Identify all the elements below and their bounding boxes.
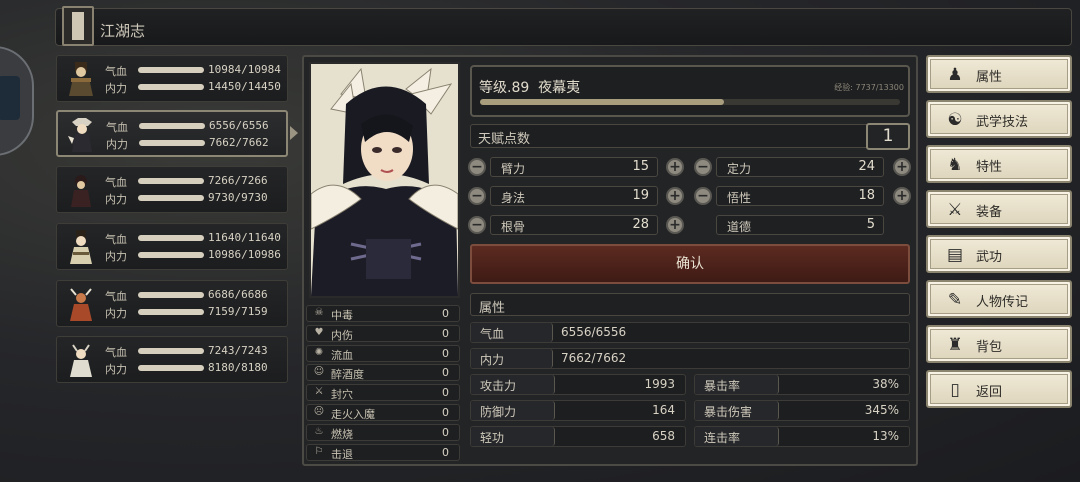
martial-art-icon: ☯: [947, 110, 963, 130]
broken-heart-icon: ♥: [314, 327, 324, 338]
stat-agility: 身法 19: [490, 186, 658, 206]
trait-icon: ♞: [947, 155, 963, 175]
side-handle[interactable]: [0, 46, 34, 156]
demon-icon: ☹: [313, 406, 325, 417]
plus-button[interactable]: +: [893, 187, 911, 205]
character-card[interactable]: 气血 7243/7243 内力 8180/8180: [56, 336, 288, 383]
status-row: ⚔ 封穴 0: [306, 384, 460, 401]
plus-button[interactable]: +: [666, 158, 684, 176]
attribute-crit-damage: 暴击伤害 345%: [694, 400, 910, 421]
menu-equipment-button[interactable]: ⚔ 装备: [926, 190, 1072, 228]
character-portrait-icon: [71, 175, 91, 207]
stat-focus: 定力 24: [716, 157, 884, 177]
status-row: ✺ 流血 0: [306, 345, 460, 362]
character-icon: ♟: [947, 65, 963, 85]
character-portrait-icon: [70, 288, 92, 321]
character-card[interactable]: 气血 6686/6686 内力 7159/7159: [56, 280, 288, 327]
character-portrait-icon: [70, 344, 92, 377]
attribute-lightness: 轻功 658: [470, 426, 686, 447]
character-artwork-icon: [311, 64, 458, 296]
minus-button[interactable]: −: [694, 158, 712, 176]
blood-icon: ✺: [314, 347, 324, 358]
talent-points-value: 1: [866, 123, 910, 150]
attribute-defense: 防御力 164: [470, 400, 686, 421]
menu-biography-button[interactable]: ✎ 人物传记: [926, 280, 1072, 318]
knockback-icon: ⚐: [314, 446, 324, 457]
plus-button[interactable]: +: [893, 158, 911, 176]
attribute-mp: 内力 7662/7662: [470, 348, 910, 369]
level-label: 等级.89 夜幕夷: [479, 80, 581, 96]
door-icon: ▯: [950, 380, 960, 400]
stat-strength: 臂力 15: [490, 157, 658, 177]
menu-traits-button[interactable]: ♞ 特性: [926, 145, 1072, 183]
skull-icon: ☠: [314, 307, 324, 318]
menu-back-button[interactable]: ▯ 返回: [926, 370, 1072, 408]
minus-button[interactable]: −: [694, 187, 712, 205]
confirm-button[interactable]: 确认: [470, 244, 910, 284]
minus-button[interactable]: −: [468, 187, 486, 205]
character-card[interactable]: 气血 11640/11640 内力 10986/10986: [56, 223, 288, 270]
menu-martial-skills-button[interactable]: ☯ 武学技法: [926, 100, 1072, 138]
attributes-header: [470, 293, 910, 316]
book-icon: [62, 6, 94, 46]
character-portrait-icon: [69, 62, 93, 96]
talent-points-label: 天赋点数: [478, 132, 531, 147]
status-row: ♨ 燃烧 0: [306, 424, 460, 441]
selection-arrow-icon: [290, 126, 298, 140]
fire-icon: ♨: [314, 426, 324, 437]
character-portrait-icon: [68, 118, 92, 152]
acupoint-icon: ⚔: [314, 386, 324, 397]
stat-morality: 道德 5: [716, 215, 884, 235]
attributes-title: 属性: [479, 301, 506, 316]
character-card-selected[interactable]: 气血 6556/6556 内力 7662/7662: [56, 110, 288, 157]
drunk-icon: ☺: [313, 366, 325, 377]
sword-icon: ⚔: [947, 200, 963, 220]
experience-bar: [480, 99, 900, 105]
menu-attributes-button[interactable]: ♟ 属性: [926, 55, 1072, 93]
status-row: ☺ 醉酒度 0: [306, 364, 460, 381]
minus-button[interactable]: −: [468, 158, 486, 176]
attribute-hp: 气血 6556/6556: [470, 322, 910, 343]
attribute-crit-rate: 暴击率 38%: [694, 374, 910, 395]
status-row: ♥ 内伤 0: [306, 325, 460, 342]
stat-insight: 悟性 18: [716, 186, 884, 206]
minus-button[interactable]: −: [468, 216, 486, 234]
page-title: 江湖志: [100, 22, 146, 40]
status-row: ☠ 中毒 0: [306, 305, 460, 322]
title-bar: [55, 8, 1072, 46]
character-name: 夜幕夷: [538, 80, 581, 96]
character-card[interactable]: 气血 7266/7266 内力 9730/9730: [56, 166, 288, 213]
attribute-attack: 攻击力 1993: [470, 374, 686, 395]
biography-icon: ✎: [947, 290, 963, 310]
plus-button[interactable]: +: [666, 216, 684, 234]
menu-kungfu-button[interactable]: ▤ 武功: [926, 235, 1072, 273]
attribute-combo-rate: 连击率 13%: [694, 426, 910, 447]
bag-icon: ♜: [947, 335, 963, 355]
experience-fill: [480, 99, 725, 105]
plus-button[interactable]: +: [666, 187, 684, 205]
character-portrait: [309, 62, 460, 298]
stat-constitution: 根骨 28: [490, 215, 658, 235]
status-row: ⚐ 击退 0: [306, 444, 460, 461]
menu-bag-button[interactable]: ♜ 背包: [926, 325, 1072, 363]
status-row: ☹ 走火入魔 0: [306, 404, 460, 421]
manual-icon: ▤: [946, 245, 964, 265]
character-portrait-icon: [70, 230, 92, 264]
experience-text: 经验: 7737/13300: [834, 83, 904, 92]
character-card[interactable]: 气血 10984/10984 内力 14450/14450: [56, 55, 288, 102]
